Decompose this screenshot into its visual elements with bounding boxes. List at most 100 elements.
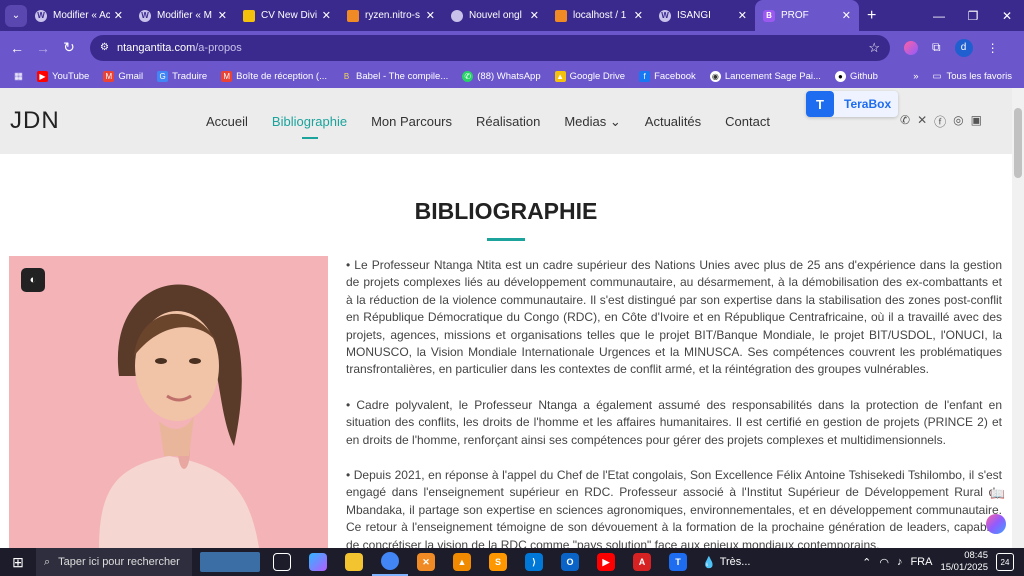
address-bar[interactable]: ⚙ ntangantita.com/a-propos ☆ [90,34,890,61]
all-bookmarks-folder[interactable]: ▭ Tous les favoris [933,71,1012,82]
sublime-text-icon[interactable]: S [480,548,516,576]
tab-search-chevron-icon[interactable]: ⌄ [5,4,27,27]
bookmark-gmail[interactable]: M Gmail [103,70,143,82]
browser-tab[interactable]: ryzen.nitro-s ✕ [339,0,443,31]
terabox-icon[interactable]: T [660,548,696,576]
extension-orb-icon[interactable] [904,40,918,55]
nav-realisation[interactable]: Réalisation [476,114,540,130]
bookmark-star-icon[interactable]: ☆ [868,40,880,56]
bookmark-babel[interactable]: B Babel - The compile... [341,71,448,82]
tab-strip: ⌄ W Modifier « Ac ✕ W Modifier « M ✕ CV New … [0,0,1024,31]
new-tab-plus-icon[interactable]: + [867,7,876,25]
acrobat-icon[interactable]: A [624,548,660,576]
language-indicator[interactable]: FRA [910,556,932,568]
minimize-icon[interactable]: — [922,9,956,23]
google-drive-icon [243,9,255,22]
bookmark-whatsapp[interactable]: ✆ (88) WhatsApp [462,70,541,82]
scrollbar-thumb[interactable] [1014,108,1022,178]
bookmark-sage[interactable]: ◉ Lancement Sage Pai... [709,70,821,82]
avatar[interactable]: d [954,38,973,57]
facebook-icon[interactable]: ⓕ [934,113,946,130]
wordpress-icon: W [35,9,47,22]
search-highlight-illustration [200,552,260,572]
browser-tab[interactable]: W ISANGI ✕ [651,0,755,31]
clock[interactable]: 08:45 15/01/2025 [940,550,988,574]
wifi-icon[interactable]: ◠ [879,556,889,569]
restore-icon[interactable]: ❐ [956,9,990,23]
close-window-icon[interactable]: ✕ [990,9,1024,23]
chrome-icon[interactable] [372,548,408,576]
nav-actualites[interactable]: Actualités [645,114,701,130]
site-settings-icon[interactable]: ⚙ [100,42,109,53]
xampp-icon [555,9,567,22]
volume-icon[interactable]: ♪ [897,556,903,568]
x-twitter-icon[interactable]: ✕ [917,113,927,130]
xampp-icon[interactable]: ✕ [408,548,444,576]
copilot-icon[interactable] [300,548,336,576]
google-lens-icon[interactable]: ◐ [21,268,45,292]
vscode-icon[interactable]: ⟩ [516,548,552,576]
close-icon[interactable]: ✕ [842,9,851,22]
close-icon[interactable]: ✕ [322,9,331,22]
nav-bibliographie[interactable]: Bibliographie [272,114,347,139]
facebook-icon: f [639,70,651,82]
close-icon[interactable]: ✕ [634,9,643,22]
chevron-up-icon[interactable]: ⌃ [862,556,871,569]
site-logo[interactable]: JDN [10,107,60,135]
bookmark-inbox[interactable]: M Boîte de réception (... [221,70,327,82]
browser-tab[interactable]: W Modifier « M ✕ [131,0,235,31]
instagram-icon[interactable]: ◎ [953,113,963,130]
babel-icon: B [343,71,350,81]
back-arrow-icon[interactable]: ← [4,40,30,56]
assistant-orb-icon[interactable] [986,514,1006,534]
windows-start-icon[interactable]: ⊞ [0,554,36,571]
search-icon: ⌕ [44,555,51,568]
reading-mode-book-icon[interactable]: 📖 [990,487,1005,501]
forward-arrow-icon[interactable]: → [30,40,56,56]
youtube-icon[interactable]: ▶ [588,548,624,576]
wordpress-icon: W [659,9,671,22]
close-icon[interactable]: ✕ [530,9,539,22]
bookmark-google-drive[interactable]: ▲ Google Drive [554,70,625,82]
browser-tab[interactable]: localhost / 1 ✕ [547,0,651,31]
nav-mon-parcours[interactable]: Mon Parcours [371,114,452,130]
bookmark-github[interactable]: ● Github [834,70,878,82]
nav-medias[interactable]: Medias ⌄ [564,114,620,130]
nav-contact[interactable]: Contact [725,114,770,130]
nav-accueil[interactable]: Accueil [206,114,248,130]
close-icon[interactable]: ✕ [114,9,123,22]
bookmarks-bar: ▦ ▶ YouTube M Gmail G Traduire M Boîte de ré… [0,64,1024,88]
more-bookmarks-icon[interactable]: » [913,71,918,82]
taskbar-search[interactable]: ⌕ Taper ici pour rechercher [36,548,192,576]
folder-icon: ▭ [932,70,942,82]
browser-tab[interactable]: W Modifier « Ac ✕ [27,0,131,31]
task-view-icon[interactable] [264,548,300,576]
more-menu-icon[interactable]: ⋮ [987,41,999,55]
linkedin-icon[interactable]: ▣ [971,113,982,130]
outlook-icon[interactable]: O [552,548,588,576]
browser-tab[interactable]: Nouvel ongl ✕ [443,0,547,31]
reload-icon[interactable]: ↻ [56,39,82,56]
notifications-icon[interactable]: 24 [996,553,1014,571]
close-icon[interactable]: ✕ [426,9,435,22]
woman-portrait-illustration [9,256,328,548]
browser-toolbar: ← → ↻ ⚙ ntangantita.com/a-propos ☆ ⧉ d ⋮ [0,31,1024,64]
close-icon[interactable]: ✕ [738,9,747,22]
bookmark-facebook[interactable]: f Facebook [639,70,696,82]
terabox-button[interactable]: T TeraBox [806,91,898,117]
title-underline [487,238,525,241]
bookmark-youtube[interactable]: ▶ YouTube [36,70,89,82]
extensions-puzzle-icon[interactable]: ⧉ [932,40,941,55]
bio-paragraph: • Cadre polyvalent, le Professeur Ntanga… [346,398,1002,447]
vlc-icon[interactable]: ▲ [444,548,480,576]
browser-tab-active[interactable]: B PROF ✕ [755,0,859,31]
apps-grid-icon[interactable]: ▦ [14,71,23,82]
browser-tab[interactable]: CV New Divi ✕ [235,0,339,31]
whatsapp-icon[interactable]: ✆ [900,113,910,130]
page-scrollbar[interactable] [1012,88,1024,548]
weather-widget[interactable]: 💧 Très... [702,556,750,569]
close-icon[interactable]: ✕ [218,9,227,22]
chevron-down-icon: ⌄ [609,114,621,129]
file-explorer-icon[interactable] [336,548,372,576]
bookmark-translate[interactable]: G Traduire [157,70,207,82]
